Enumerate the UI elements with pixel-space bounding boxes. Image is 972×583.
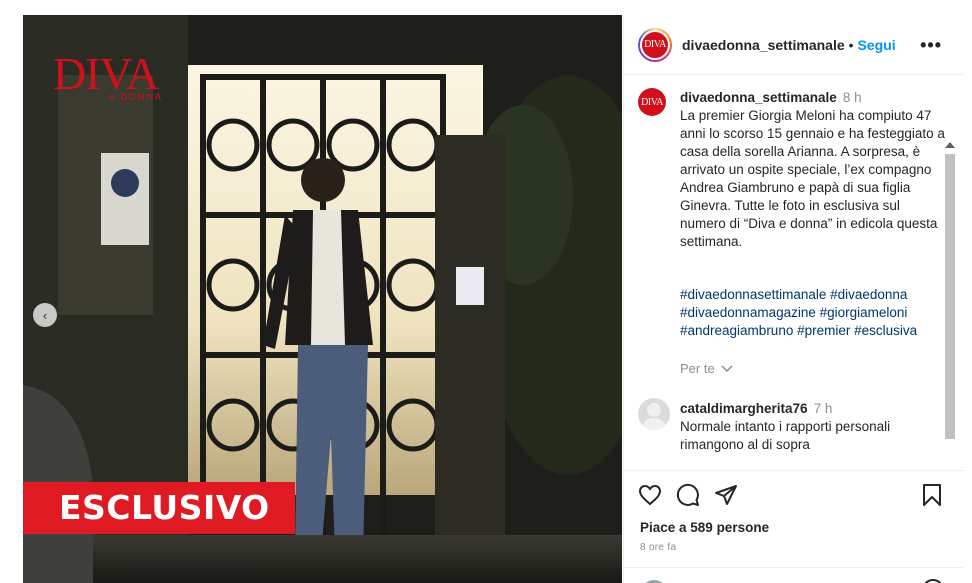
caption-avatar-wrap: DIVA <box>638 88 666 116</box>
comment-icon[interactable] <box>676 483 700 507</box>
exclusive-badge: ESCLUSIVO <box>23 482 295 534</box>
comment: cataldimargherita76 7 h Normale intanto i… <box>680 400 930 454</box>
chevron-left-icon[interactable]: ‹ <box>33 303 57 327</box>
per-te-label: Per te <box>680 361 715 376</box>
caption-body: La premier Giorgia Meloni ha compiuto 47… <box>680 108 945 249</box>
bookmark-icon[interactable] <box>922 483 942 507</box>
brand-logo-subtitle: e DONNA <box>109 92 164 102</box>
caption-avatar[interactable]: DIVA <box>638 88 666 116</box>
caption-username[interactable]: divaedonna_settimanale <box>680 90 837 105</box>
post-side-panel: DIVA divaedonna_settimanale • Segui ••• … <box>623 15 964 583</box>
avatar: DIVA <box>640 29 670 60</box>
emoji-icon[interactable] <box>922 579 944 583</box>
header-username[interactable]: divaedonna_settimanale <box>682 37 845 53</box>
post-photo[interactable]: DIVA e DONNA ESCLUSIVO ‹ <box>23 15 622 583</box>
scroll-up-arrow-icon[interactable] <box>945 142 955 148</box>
comment-time: 7 h <box>813 401 833 416</box>
caption-time: 8 h <box>842 90 862 105</box>
comments-scroll-area[interactable]: DIVA divaedonna_settimanale 8 h La premie… <box>624 76 964 470</box>
more-horizontal-icon[interactable]: ••• <box>920 35 942 56</box>
action-icons <box>638 483 738 507</box>
comment-body: Normale intanto i rapporti personali rim… <box>680 419 891 452</box>
post-actions: Piace a 589 persone 8 ore fa <box>624 470 964 583</box>
scrollbar[interactable] <box>942 140 958 470</box>
per-te-link[interactable]: Per te <box>680 361 733 376</box>
post-header: DIVA divaedonna_settimanale • Segui ••• <box>624 15 964 75</box>
share-icon[interactable] <box>714 483 738 507</box>
chevron-down-icon <box>721 365 733 373</box>
likes-count[interactable]: Piace a 589 persone <box>640 520 769 535</box>
separator-dot: • <box>848 36 854 53</box>
comment-username[interactable]: cataldimargherita76 <box>680 401 808 416</box>
brand-logo: DIVA <box>53 48 159 99</box>
heart-icon[interactable] <box>638 483 662 507</box>
post-age: 8 ore fa <box>640 542 677 553</box>
profile-avatar-ring[interactable]: DIVA <box>638 27 672 62</box>
caption: divaedonna_settimanale 8 h La premier Gio… <box>680 89 948 251</box>
scrollbar-thumb[interactable] <box>945 154 955 439</box>
follow-button[interactable]: Segui <box>858 37 896 53</box>
caption-hashtags[interactable]: #divaedonnasettimanale #divaedonna #diva… <box>680 286 948 340</box>
add-comment-bar <box>624 567 964 583</box>
comment-avatar[interactable] <box>638 398 670 430</box>
